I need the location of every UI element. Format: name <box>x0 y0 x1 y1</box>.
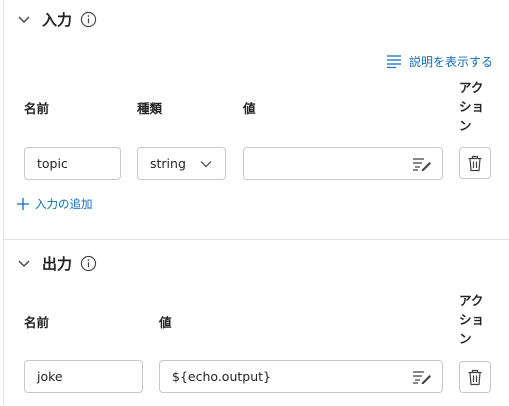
trash-icon <box>468 369 482 385</box>
output-name-value: joke <box>37 369 63 384</box>
input-name-value: topic <box>37 156 68 171</box>
output-col-value: 値 <box>159 315 172 330</box>
chevron-down-icon <box>200 160 212 167</box>
list-lines-icon <box>387 55 401 68</box>
output-col-action: アクション <box>459 293 485 346</box>
input-section-header[interactable]: 入力 <box>16 8 97 30</box>
input-col-type: 種類 <box>137 101 163 116</box>
info-icon[interactable] <box>80 255 97 272</box>
info-icon[interactable] <box>80 11 97 28</box>
input-delete-button[interactable] <box>459 147 491 179</box>
output-name-field[interactable]: joke <box>24 360 143 393</box>
input-name-field[interactable]: topic <box>24 147 121 180</box>
add-input-link[interactable]: 入力の追加 <box>16 196 93 212</box>
add-input-label: 入力の追加 <box>35 197 93 211</box>
output-col-name: 名前 <box>24 315 50 330</box>
input-col-value: 値 <box>243 101 256 116</box>
input-col-action: アクション <box>459 80 485 133</box>
show-description-link[interactable]: 説明を表示する <box>386 52 493 70</box>
show-description-label: 説明を表示する <box>409 54 494 69</box>
output-value-field[interactable]: ${echo.output} <box>159 360 443 393</box>
section-divider <box>3 239 509 240</box>
input-col-name: 名前 <box>24 101 50 116</box>
plus-icon <box>17 198 29 210</box>
chevron-down-icon[interactable] <box>16 255 32 271</box>
chevron-down-icon[interactable] <box>16 11 32 27</box>
edit-text-icon[interactable] <box>412 370 432 384</box>
input-section-title: 入力 <box>42 10 73 29</box>
left-border <box>3 0 4 406</box>
edit-text-icon[interactable] <box>412 157 432 171</box>
input-type-value: string <box>150 156 186 171</box>
output-section-header[interactable]: 出力 <box>16 252 97 274</box>
output-delete-button[interactable] <box>459 361 491 393</box>
output-section-title: 出力 <box>42 254 73 273</box>
input-value-field[interactable] <box>243 147 443 180</box>
output-value-text: ${echo.output} <box>172 369 271 384</box>
trash-icon <box>468 155 482 171</box>
input-type-select[interactable]: string <box>137 147 226 180</box>
